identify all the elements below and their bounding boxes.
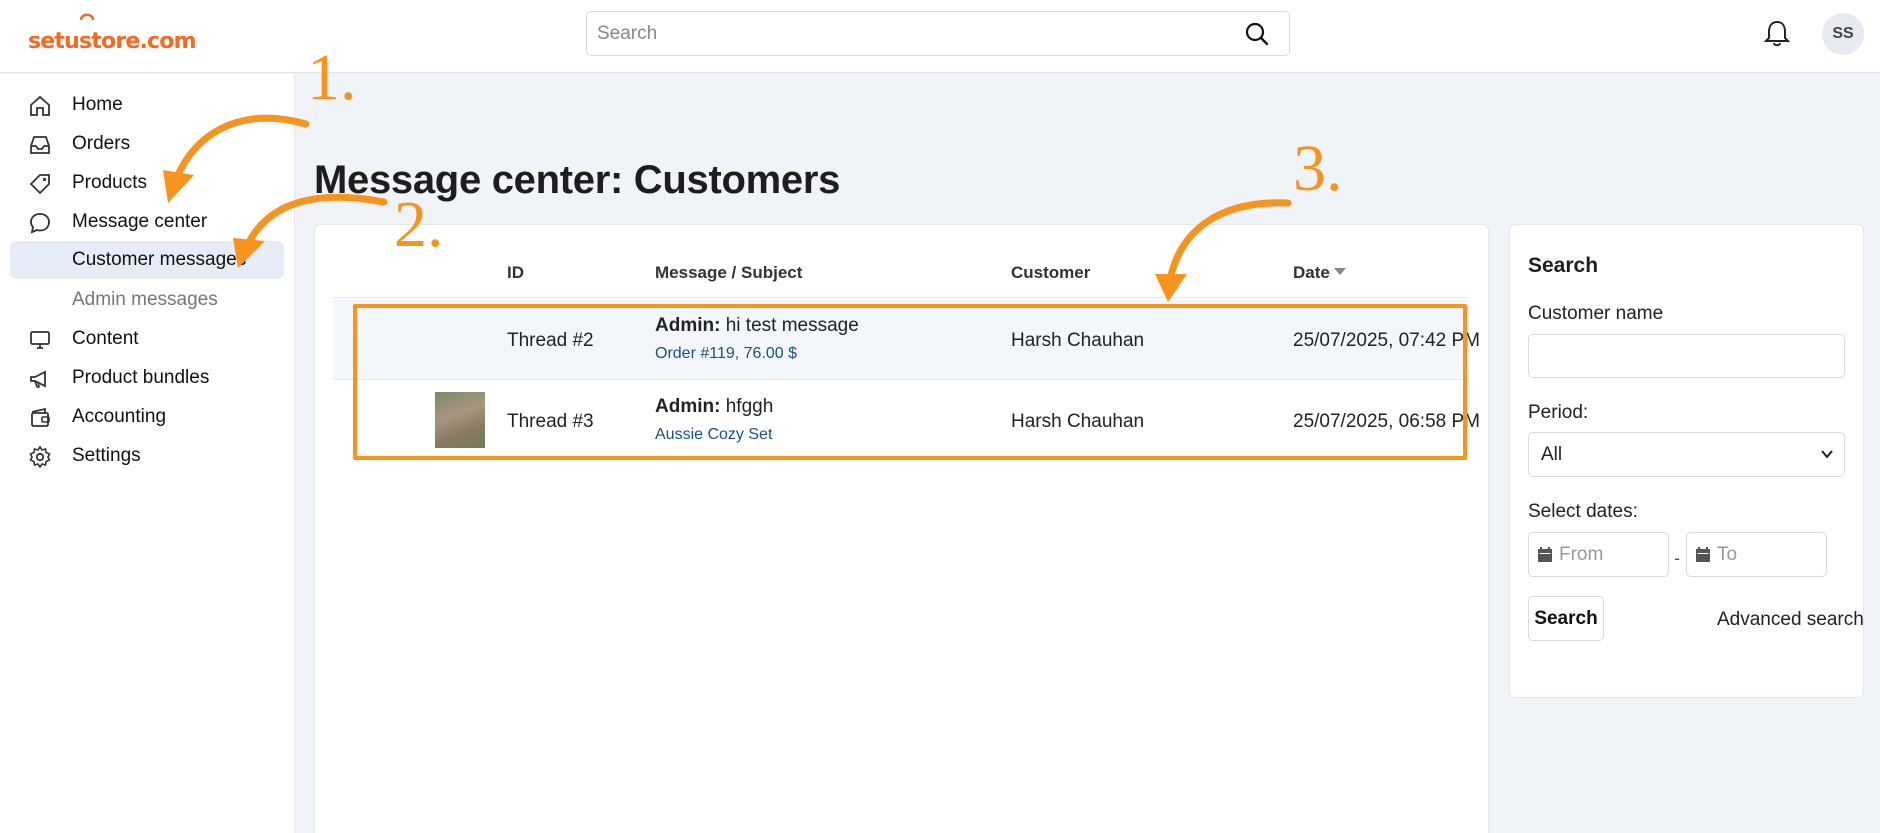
- annotation-arrows: [163, 114, 1292, 302]
- arrow-3: [1166, 199, 1292, 284]
- arrowhead-1: [163, 170, 194, 203]
- arrow-1: [173, 114, 310, 181]
- arrow-2: [244, 193, 388, 248]
- arrowhead-2: [233, 238, 265, 268]
- arrowhead-3: [1155, 274, 1187, 302]
